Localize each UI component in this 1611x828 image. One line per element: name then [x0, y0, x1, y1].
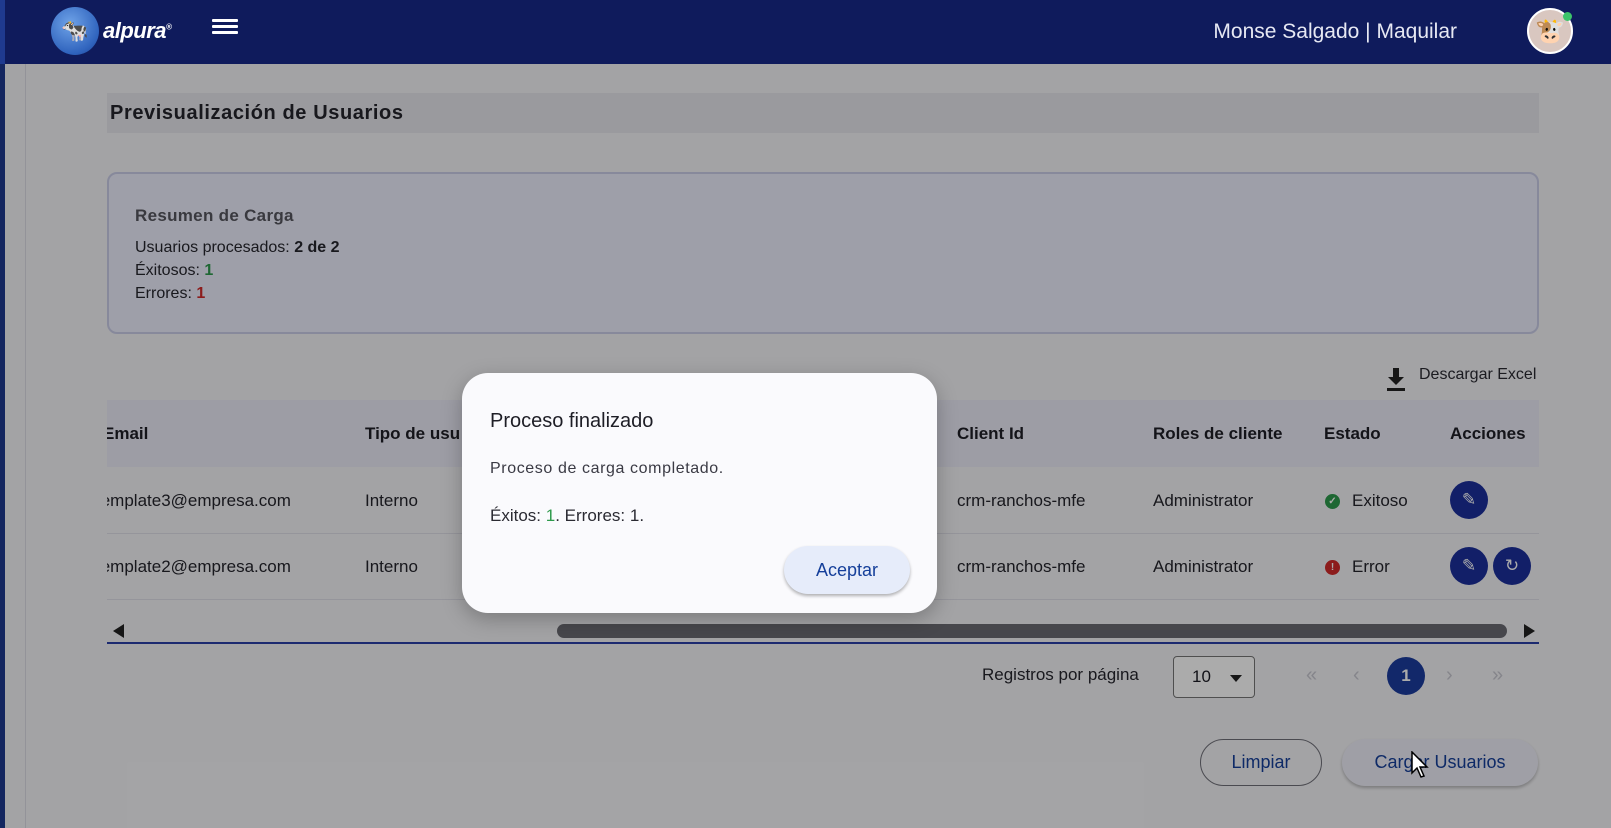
app-header: 🐄 alpura® Monse Salgado | Maquilar 🐮 [5, 0, 1611, 64]
dialog-stats: Éxitos: 1. Errores: 1. [490, 506, 645, 525]
logo-text: alpura® [103, 18, 172, 43]
alpura-logo[interactable]: 🐄 alpura® [51, 7, 172, 55]
mouse-cursor-icon [1411, 751, 1429, 778]
dialog-message: Proceso de carga completado. [490, 460, 724, 477]
user-avatar[interactable]: 🐮 [1527, 8, 1573, 54]
hamburger-menu-icon[interactable] [212, 16, 238, 38]
user-name-label: Monse Salgado | Maquilar [1213, 20, 1457, 43]
cow-logo-icon: 🐄 [51, 7, 99, 55]
process-finished-dialog: Proceso finalizado Proceso de carga comp… [462, 373, 937, 613]
dialog-title: Proceso finalizado [490, 410, 654, 432]
online-status-dot [1563, 12, 1572, 21]
cow-avatar-icon: 🐮 [1535, 17, 1565, 45]
accept-button[interactable]: Aceptar [784, 546, 910, 594]
